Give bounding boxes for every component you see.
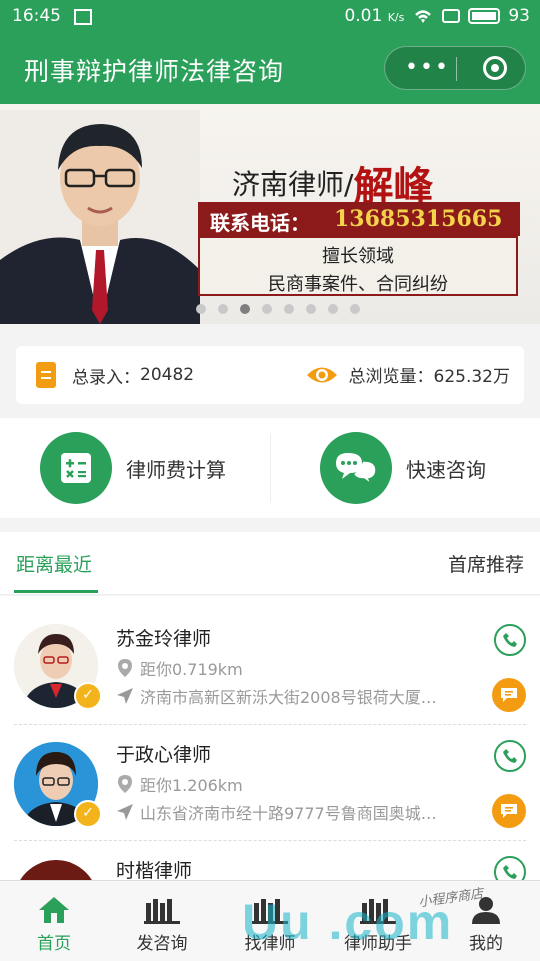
calculator-icon (40, 432, 112, 504)
carousel-dot[interactable] (218, 304, 228, 314)
tab-nearest[interactable]: 距离最近 (16, 550, 92, 577)
nav-home-label: 首页 (37, 934, 71, 954)
banner-city-title: 济南律师/ (232, 168, 354, 201)
battery-level: 93 (508, 6, 530, 26)
mini-program-capsule: ••• (384, 46, 526, 90)
banner-phone-label: 联系电话： (210, 211, 310, 235)
eye-icon (306, 367, 337, 382)
views-stat: 总浏览量： 625.32万 (305, 362, 510, 387)
carousel-dot[interactable] (306, 304, 316, 314)
lawyer-address: 济南市高新区新泺大街2008号银荷大厦… (116, 684, 476, 708)
lawyer-name: 于政心律师 (116, 744, 212, 766)
fee-calculator-button[interactable]: 律师费计算 (40, 432, 226, 504)
banner-headline: 济南律师/解峰 (232, 148, 433, 210)
verified-badge-icon: ✓ (74, 800, 102, 828)
books-icon (144, 899, 180, 924)
records-stat: 总录入： 20482 (36, 362, 194, 388)
quick-actions: 律师费计算 快速咨询 (0, 418, 540, 518)
message-icon (501, 688, 517, 702)
phone-call-button[interactable] (494, 740, 526, 772)
lawyer-list-item[interactable]: 时楷律师 (0, 832, 540, 880)
chat-button[interactable] (492, 678, 526, 712)
close-mini-program-button[interactable] (483, 56, 507, 80)
lawyer-name: 时楷律师 (116, 860, 193, 880)
verified-badge-icon: ✓ (74, 682, 102, 710)
lawyer-address: 山东省济南市经十路9777号鲁商国奥城… (116, 800, 476, 824)
lawyer-avatar (14, 860, 98, 880)
more-menu-button[interactable]: ••• (405, 55, 450, 80)
address-text: 山东省济南市经十路9777号鲁商国奥城… (140, 804, 437, 823)
banner-specialty-box: 擅长领域 民商事案件、合同纠纷 (198, 236, 518, 296)
image-notification-icon (74, 9, 92, 25)
location-pin-icon (118, 659, 132, 677)
status-time: 16:45 (12, 6, 61, 26)
quick-consult-button[interactable]: 快速咨询 (320, 432, 486, 504)
document-icon (36, 362, 56, 388)
distance-text: 距你1.206km (140, 776, 243, 795)
phone-call-button[interactable] (494, 624, 526, 656)
lawyer-distance: 距你0.719km (116, 656, 243, 680)
carousel-dot[interactable] (196, 304, 206, 314)
home-icon (39, 897, 69, 923)
views-label: 总浏览量： (348, 367, 434, 387)
records-label: 总录入： (72, 367, 140, 388)
banner-phone-strip: 联系电话： 13685315665 (198, 202, 520, 236)
carousel-dot-active[interactable] (240, 304, 250, 314)
chat-bubbles-icon (320, 432, 392, 504)
lawyer-list-item[interactable]: ✓ 苏金玲律师 距你0.719km 济南市高新区新泺大街2008号银荷大厦… (0, 596, 540, 725)
network-speed: 0.01 K/s (344, 6, 405, 26)
lawyer-list-tabs: 距离最近 首席推荐 (0, 532, 540, 595)
wifi-icon (415, 10, 432, 23)
stats-panel: 总录入： 20482 总浏览量： 625.32万 (16, 346, 524, 404)
nav-consult-label: 发咨询 (136, 934, 188, 954)
nav-consult[interactable]: 发咨询 (112, 887, 212, 954)
lawyer-list-item[interactable]: ✓ 于政心律师 距你1.206km 山东省济南市经十路9777号鲁商国奥城… (0, 714, 540, 841)
actions-divider (270, 434, 271, 502)
location-pin-icon (118, 775, 132, 793)
phone-icon (503, 865, 517, 879)
app-bar: 刑事辩护律师法律咨询 ••• (0, 34, 540, 104)
battery-icon (468, 8, 501, 24)
banner-specialty-title: 擅长领域 (322, 246, 394, 267)
bottom-tab-bar: 首页 发咨询 找律师 律师助手 我的 Uu .com 小程序商店 (0, 880, 540, 961)
page-title: 刑事辩护律师法律咨询 (24, 57, 285, 86)
address-text: 济南市高新区新泺大街2008号银荷大厦… (140, 688, 437, 707)
views-value: 625.32万 (433, 367, 510, 387)
nav-mine-label: 我的 (469, 934, 503, 954)
carousel-dot[interactable] (284, 304, 294, 314)
chat-button[interactable] (492, 794, 526, 828)
carousel-dot[interactable] (262, 304, 272, 314)
status-bar: 16:45 0.01 K/s 93 (0, 0, 540, 34)
tab-recommended[interactable]: 首席推荐 (448, 550, 524, 577)
lawyer-distance: 距你1.206km (116, 772, 243, 796)
banner-carousel[interactable]: 济南律师/解峰 联系电话： 13685315665 擅长领域 民商事案件、合同纠… (0, 104, 540, 324)
banner-specialty-text: 民商事案件、合同纠纷 (268, 274, 448, 295)
nav-home[interactable]: 首页 (4, 887, 104, 954)
phone-icon (503, 633, 517, 647)
fee-calculator-label: 律师费计算 (126, 457, 226, 482)
navigation-arrow-icon (117, 688, 133, 704)
carousel-dot[interactable] (350, 304, 360, 314)
screen-icon (442, 9, 461, 23)
message-icon (501, 804, 517, 818)
carousel-indicators (196, 304, 360, 314)
records-value: 20482 (140, 365, 195, 385)
capsule-divider (456, 57, 457, 81)
phone-call-button[interactable] (494, 856, 526, 880)
distance-text: 距你0.719km (140, 660, 243, 679)
phone-icon (503, 749, 517, 763)
lawyer-portrait-image (0, 110, 200, 324)
tab-active-underline (14, 590, 98, 593)
lawyer-list: ✓ 苏金玲律师 距你0.719km 济南市高新区新泺大街2008号银荷大厦… ✓… (0, 596, 540, 880)
banner-phone-number: 13685315665 (334, 206, 503, 232)
carousel-dot[interactable] (328, 304, 338, 314)
navigation-arrow-icon (117, 804, 133, 820)
lawyer-name: 苏金玲律师 (116, 628, 212, 650)
quick-consult-label: 快速咨询 (406, 457, 486, 482)
